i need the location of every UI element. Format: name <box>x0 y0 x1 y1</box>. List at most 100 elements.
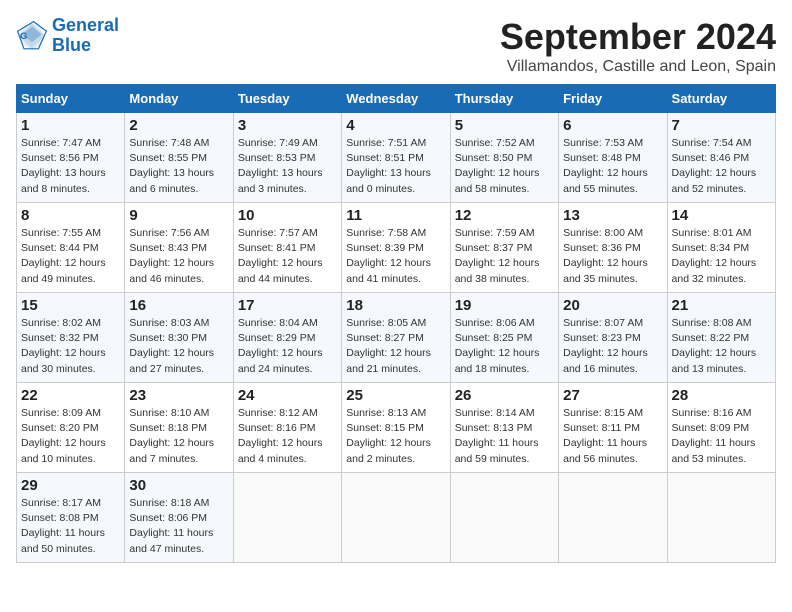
title-block: September 2024 Villamandos, Castille and… <box>500 16 776 76</box>
calendar-row: 8Sunrise: 7:55 AMSunset: 8:44 PMDaylight… <box>17 203 776 293</box>
day-info: Sunrise: 8:10 AMSunset: 8:18 PMDaylight:… <box>129 406 228 467</box>
calendar-cell: 28 Sunrise: 8:16 AMSunset: 8:09 PMDayligh… <box>667 383 775 473</box>
day-info: Sunrise: 7:56 AMSunset: 8:43 PMDaylight:… <box>129 226 228 287</box>
calendar-cell: 3 Sunrise: 7:49 AMSunset: 8:53 PMDaylight… <box>233 113 341 203</box>
day-info: Sunrise: 8:16 AMSunset: 8:09 PMDaylight:… <box>672 406 771 467</box>
calendar-cell: 22Sunrise: 8:09 AMSunset: 8:20 PMDayligh… <box>17 383 125 473</box>
day-number: 21 <box>672 297 771 314</box>
day-info: Sunrise: 8:00 AMSunset: 8:36 PMDaylight:… <box>563 226 662 287</box>
day-number: 5 <box>455 117 554 134</box>
day-info: Sunrise: 7:59 AMSunset: 8:37 PMDaylight:… <box>455 226 554 287</box>
calendar-row: 1 Sunrise: 7:47 AMSunset: 8:56 PMDaylight… <box>17 113 776 203</box>
col-header-monday: Monday <box>125 85 233 113</box>
calendar-cell: 16 Sunrise: 8:03 AMSunset: 8:30 PMDayligh… <box>125 293 233 383</box>
calendar-cell: 1 Sunrise: 7:47 AMSunset: 8:56 PMDaylight… <box>17 113 125 203</box>
day-number: 3 <box>238 117 337 134</box>
day-number: 28 <box>672 387 771 404</box>
day-number: 29 <box>21 477 120 494</box>
day-info: Sunrise: 8:03 AMSunset: 8:30 PMDaylight:… <box>129 316 228 377</box>
day-info: Sunrise: 7:52 AMSunset: 8:50 PMDaylight:… <box>455 136 554 197</box>
day-number: 4 <box>346 117 445 134</box>
col-header-sunday: Sunday <box>17 85 125 113</box>
calendar-cell: 20 Sunrise: 8:07 AMSunset: 8:23 PMDayligh… <box>559 293 667 383</box>
day-number: 18 <box>346 297 445 314</box>
day-info: Sunrise: 8:09 AMSunset: 8:20 PMDaylight:… <box>21 406 120 467</box>
calendar-row: 15 Sunrise: 8:02 AMSunset: 8:32 PMDayligh… <box>17 293 776 383</box>
day-number: 19 <box>455 297 554 314</box>
day-info: Sunrise: 7:48 AMSunset: 8:55 PMDaylight:… <box>129 136 228 197</box>
calendar-cell: 21Sunrise: 8:08 AMSunset: 8:22 PMDayligh… <box>667 293 775 383</box>
day-number: 20 <box>563 297 662 314</box>
day-number: 1 <box>21 117 120 134</box>
header-row: SundayMondayTuesdayWednesdayThursdayFrid… <box>17 85 776 113</box>
day-number: 2 <box>129 117 228 134</box>
calendar-cell: 15 Sunrise: 8:02 AMSunset: 8:32 PMDayligh… <box>17 293 125 383</box>
calendar-cell: 13 Sunrise: 8:00 AMSunset: 8:36 PMDayligh… <box>559 203 667 293</box>
day-info: Sunrise: 8:02 AMSunset: 8:32 PMDaylight:… <box>21 316 120 377</box>
day-number: 17 <box>238 297 337 314</box>
calendar-cell: 8Sunrise: 7:55 AMSunset: 8:44 PMDaylight… <box>17 203 125 293</box>
location: Villamandos, Castille and Leon, Spain <box>500 58 776 76</box>
col-header-thursday: Thursday <box>450 85 558 113</box>
calendar-cell: 12 Sunrise: 7:59 AMSunset: 8:37 PMDayligh… <box>450 203 558 293</box>
calendar-cell: 25 Sunrise: 8:13 AMSunset: 8:15 PMDayligh… <box>342 383 450 473</box>
day-number: 27 <box>563 387 662 404</box>
month-title: September 2024 <box>500 16 776 58</box>
logo-icon: G <box>16 20 48 52</box>
calendar-cell <box>233 473 341 563</box>
day-number: 13 <box>563 207 662 224</box>
day-number: 10 <box>238 207 337 224</box>
calendar-row: 22Sunrise: 8:09 AMSunset: 8:20 PMDayligh… <box>17 383 776 473</box>
day-number: 26 <box>455 387 554 404</box>
page-header: G General Blue September 2024 Villamando… <box>16 16 776 76</box>
day-number: 11 <box>346 207 445 224</box>
calendar-cell: 18 Sunrise: 8:05 AMSunset: 8:27 PMDayligh… <box>342 293 450 383</box>
calendar-cell: 11 Sunrise: 7:58 AMSunset: 8:39 PMDayligh… <box>342 203 450 293</box>
day-number: 23 <box>129 387 228 404</box>
day-number: 24 <box>238 387 337 404</box>
calendar-cell: 19 Sunrise: 8:06 AMSunset: 8:25 PMDayligh… <box>450 293 558 383</box>
day-info: Sunrise: 8:17 AMSunset: 8:08 PMDaylight:… <box>21 496 120 557</box>
day-number: 12 <box>455 207 554 224</box>
col-header-tuesday: Tuesday <box>233 85 341 113</box>
day-number: 15 <box>21 297 120 314</box>
calendar-cell: 30Sunrise: 8:18 AMSunset: 8:06 PMDayligh… <box>125 473 233 563</box>
logo-text: General Blue <box>52 16 119 56</box>
day-info: Sunrise: 7:53 AMSunset: 8:48 PMDaylight:… <box>563 136 662 197</box>
day-number: 6 <box>563 117 662 134</box>
calendar-cell <box>559 473 667 563</box>
calendar-cell: 2 Sunrise: 7:48 AMSunset: 8:55 PMDaylight… <box>125 113 233 203</box>
day-info: Sunrise: 7:47 AMSunset: 8:56 PMDaylight:… <box>21 136 120 197</box>
day-info: Sunrise: 7:58 AMSunset: 8:39 PMDaylight:… <box>346 226 445 287</box>
calendar-cell: 9Sunrise: 7:56 AMSunset: 8:43 PMDaylight… <box>125 203 233 293</box>
calendar-cell: 14 Sunrise: 8:01 AMSunset: 8:34 PMDayligh… <box>667 203 775 293</box>
day-info: Sunrise: 8:07 AMSunset: 8:23 PMDaylight:… <box>563 316 662 377</box>
day-number: 16 <box>129 297 228 314</box>
day-number: 14 <box>672 207 771 224</box>
day-info: Sunrise: 7:57 AMSunset: 8:41 PMDaylight:… <box>238 226 337 287</box>
day-number: 7 <box>672 117 771 134</box>
calendar-row: 29 Sunrise: 8:17 AMSunset: 8:08 PMDayligh… <box>17 473 776 563</box>
calendar-cell: 17Sunrise: 8:04 AMSunset: 8:29 PMDayligh… <box>233 293 341 383</box>
day-info: Sunrise: 8:01 AMSunset: 8:34 PMDaylight:… <box>672 226 771 287</box>
col-header-saturday: Saturday <box>667 85 775 113</box>
day-info: Sunrise: 7:54 AMSunset: 8:46 PMDaylight:… <box>672 136 771 197</box>
day-info: Sunrise: 8:05 AMSunset: 8:27 PMDaylight:… <box>346 316 445 377</box>
calendar-cell: 6 Sunrise: 7:53 AMSunset: 8:48 PMDaylight… <box>559 113 667 203</box>
day-info: Sunrise: 8:14 AMSunset: 8:13 PMDaylight:… <box>455 406 554 467</box>
calendar-cell: 24Sunrise: 8:12 AMSunset: 8:16 PMDayligh… <box>233 383 341 473</box>
logo-line2: Blue <box>52 35 91 55</box>
calendar-table: SundayMondayTuesdayWednesdayThursdayFrid… <box>16 84 776 563</box>
calendar-cell: 29 Sunrise: 8:17 AMSunset: 8:08 PMDayligh… <box>17 473 125 563</box>
day-info: Sunrise: 8:15 AMSunset: 8:11 PMDaylight:… <box>563 406 662 467</box>
day-info: Sunrise: 7:55 AMSunset: 8:44 PMDaylight:… <box>21 226 120 287</box>
calendar-cell: 23 Sunrise: 8:10 AMSunset: 8:18 PMDayligh… <box>125 383 233 473</box>
col-header-friday: Friday <box>559 85 667 113</box>
day-info: Sunrise: 7:49 AMSunset: 8:53 PMDaylight:… <box>238 136 337 197</box>
day-info: Sunrise: 8:06 AMSunset: 8:25 PMDaylight:… <box>455 316 554 377</box>
calendar-cell: 7 Sunrise: 7:54 AMSunset: 8:46 PMDaylight… <box>667 113 775 203</box>
calendar-cell <box>667 473 775 563</box>
calendar-cell: 5 Sunrise: 7:52 AMSunset: 8:50 PMDaylight… <box>450 113 558 203</box>
day-info: Sunrise: 8:13 AMSunset: 8:15 PMDaylight:… <box>346 406 445 467</box>
day-number: 25 <box>346 387 445 404</box>
